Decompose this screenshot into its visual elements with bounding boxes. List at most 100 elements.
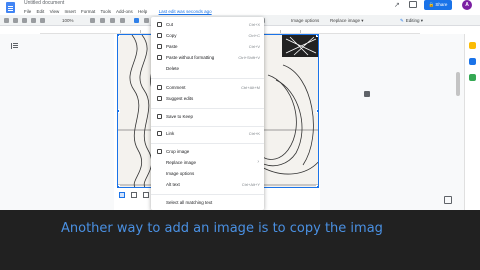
context-menu: Cut Ctrl+X Copy Ctrl+C Paste Ctrl+V Paste w… (151, 17, 264, 210)
menu-item-label: Copy (166, 33, 177, 38)
menu-item-label: Paste without formatting (166, 55, 215, 60)
crop-icon (157, 149, 162, 154)
menu-addons[interactable]: Add-ons (116, 9, 133, 14)
copy-icon (157, 33, 162, 38)
menu-separator (151, 143, 264, 144)
editing-label: Editing (405, 18, 420, 23)
keep-icon (157, 114, 162, 119)
menu-item-replace-image[interactable]: Replace image › (151, 158, 264, 168)
inline-wrap-icon[interactable] (119, 192, 125, 198)
menu-item-delete[interactable]: Delete (151, 64, 264, 74)
link-toolbar-icon[interactable] (100, 18, 105, 23)
link-icon (157, 131, 162, 136)
menu-help[interactable]: Help (138, 9, 147, 14)
menu-item-shortcut: Ctrl+Alt+Y (241, 182, 260, 187)
menu-format[interactable]: Format (81, 9, 95, 14)
share-button[interactable]: 🔒 Share (424, 0, 452, 10)
spellcheck-icon[interactable] (31, 18, 36, 23)
comment-icon (157, 85, 162, 90)
menu-tools[interactable]: Tools (100, 9, 111, 14)
menu-item-label: Link (166, 131, 175, 136)
pencil-icon: ✎ (400, 18, 404, 23)
explore-icon[interactable] (444, 196, 452, 204)
menu-item-label: Paste (166, 44, 178, 49)
google-docs-window: Untitled document ↗ 🔒 Share A File Edit … (0, 0, 480, 270)
menu-item-label: Delete (166, 66, 180, 71)
wrap-text-icon[interactable] (131, 192, 137, 198)
menu-item-save-to-keep[interactable]: Save to Keep (151, 112, 264, 122)
resize-handle[interactable] (118, 109, 120, 113)
calendar-icon[interactable] (469, 74, 476, 81)
document-title[interactable]: Untitled document (24, 0, 64, 6)
print-icon[interactable] (22, 18, 27, 23)
ruler-tick (280, 30, 281, 33)
redo-icon[interactable] (13, 18, 18, 23)
menu-item-comment[interactable]: Comment Ctrl+Alt+M (151, 83, 264, 93)
docs-logo-icon[interactable] (6, 2, 15, 13)
menu-item-link[interactable]: Link Ctrl+K (151, 129, 264, 139)
menu-item-shortcut: Ctrl+Alt+M (241, 85, 260, 90)
break-text-icon[interactable] (143, 192, 149, 198)
scissors-icon (157, 22, 162, 27)
text-color-icon[interactable] (90, 18, 95, 23)
keep-icon[interactable] (469, 42, 476, 49)
menu-item-shortcut: Ctrl+V (248, 44, 260, 49)
menu-item-shortcut: Ctrl+C (248, 33, 260, 38)
suggest-icon (157, 96, 162, 101)
menu-item-shortcut: Ctrl+Shift+V (238, 55, 260, 60)
menu-item-label: Cut (166, 22, 174, 27)
ruler-tick (120, 30, 121, 33)
tasks-icon[interactable] (469, 58, 476, 65)
menu-item-suggest-edits[interactable]: Suggest edits (151, 94, 264, 104)
menu-item-label: Alt text (166, 182, 180, 187)
comment-history-icon[interactable] (409, 1, 417, 8)
menu-item-cut[interactable]: Cut Ctrl+X (151, 20, 264, 30)
menu-item-crop-image[interactable]: Crop image (151, 147, 264, 157)
resize-handle[interactable] (316, 35, 318, 37)
paint-format-icon[interactable] (40, 18, 45, 23)
menu-item-copy[interactable]: Copy Ctrl+C (151, 31, 264, 41)
paste-icon (157, 44, 162, 49)
resize-handle[interactable] (118, 35, 120, 37)
image-options-button[interactable]: Image options (291, 17, 319, 24)
last-edit-link[interactable]: Last edit was seconds ago (159, 9, 212, 14)
replace-image-button[interactable]: Replace image ▾ (330, 17, 364, 24)
menu-file[interactable]: File (24, 9, 31, 14)
menu-item-label: Replace image (166, 160, 197, 165)
zoom-select[interactable]: 100% (62, 17, 74, 24)
menu-edit[interactable]: Edit (37, 9, 45, 14)
undo-icon[interactable] (4, 18, 9, 23)
menu-item-label: Comment (166, 85, 186, 90)
menu-item-shortcut: Ctrl+X (248, 22, 260, 27)
share-label: Share (435, 2, 448, 7)
side-panel (464, 34, 480, 210)
menu-item-label: Image options (166, 171, 195, 176)
menu-insert[interactable]: Insert (65, 9, 76, 14)
resize-handle[interactable] (118, 185, 120, 187)
menu-item-image-options[interactable]: Image options (151, 169, 264, 179)
align-center-icon[interactable] (144, 18, 149, 23)
activity-trend-icon[interactable]: ↗ (394, 1, 400, 9)
caption-band (0, 210, 480, 270)
menu-item-paste[interactable]: Paste Ctrl+V (151, 42, 264, 52)
menu-item-alt-text[interactable]: Alt text Ctrl+Alt+Y (151, 180, 264, 190)
menu-item-label: Suggest edits (166, 96, 194, 101)
menu-separator (151, 78, 264, 79)
avatar[interactable]: A (462, 0, 472, 10)
align-left-icon[interactable] (134, 18, 139, 23)
menu-item-shortcut: Ctrl+K (248, 131, 260, 136)
insert-image-icon[interactable] (120, 18, 125, 23)
resize-handle[interactable] (316, 109, 318, 113)
menu-view[interactable]: View (50, 9, 60, 14)
menu-item-paste-without-formatting[interactable]: Paste without formatting Ctrl+Shift+V (151, 53, 264, 63)
add-comment-icon[interactable] (110, 18, 115, 23)
ruler-tick (140, 30, 141, 33)
chevron-right-icon: › (257, 159, 259, 165)
vertical-scrollbar[interactable] (456, 72, 460, 96)
resize-handle[interactable] (316, 185, 318, 187)
document-outline-icon[interactable] (11, 43, 18, 49)
add-comment-float-icon[interactable] (364, 91, 370, 97)
menu-item-select-all-matching[interactable]: Select all matching text (151, 198, 264, 208)
menu-separator (151, 108, 264, 109)
editing-mode-select[interactable]: ✎ Editing ▾ (400, 16, 423, 25)
